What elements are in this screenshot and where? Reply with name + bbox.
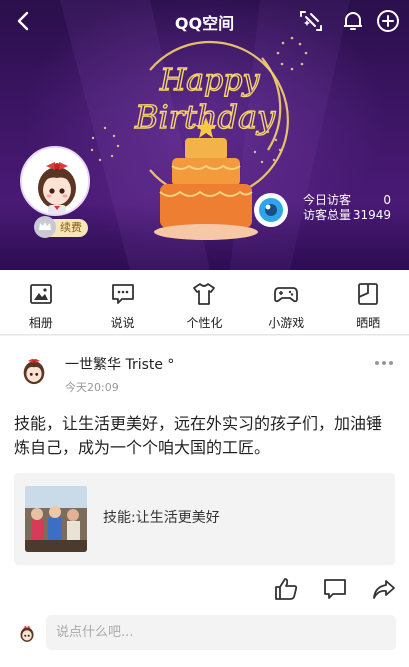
like-icon[interactable] <box>273 576 299 602</box>
post-text: 技能，让生活更美好，远在外实习的孩子们，加油锤炼自己，成为一个个咱大国的工匠。 <box>14 414 383 457</box>
shared-thumbnail <box>25 486 87 552</box>
avatar-girl-icon <box>15 351 53 389</box>
feature-minigames-label: 小游戏 <box>268 316 305 330</box>
photo-album-icon <box>29 284 52 304</box>
total-visitors-count: 31949 <box>352 208 391 222</box>
shared-link-title: 技能:让生活更美好 <box>103 510 220 526</box>
visitor-stats[interactable]: 今日访客 0 访客总量 31949 <box>303 193 391 223</box>
feed-post: 一世繁华 Triste ° 今天20:09 技能，让生活更美好，远在外实习的孩子… <box>0 336 409 667</box>
sparkle-edit-icon[interactable] <box>298 8 324 34</box>
profile-banner: Happy Birthday QQ空间 续费 今日访客 0 访客总量 31949 <box>0 0 409 270</box>
feature-album-label: 相册 <box>28 316 53 330</box>
gamepad-icon <box>274 287 299 303</box>
feature-personalize[interactable]: 个性化 <box>169 270 239 331</box>
share-frame-icon <box>358 283 378 305</box>
total-visitors-label: 访客总量 <box>303 208 352 222</box>
more-options-icon[interactable] <box>373 358 395 368</box>
feature-album[interactable]: 相册 <box>6 270 76 331</box>
chat-bubble-icon <box>111 284 134 304</box>
feature-shuoshuo[interactable]: 说说 <box>88 270 158 331</box>
comment-input[interactable] <box>46 615 396 650</box>
feature-personalize-label: 个性化 <box>186 316 223 330</box>
plus-circle-icon[interactable] <box>375 8 401 34</box>
feature-shuoshuo-label: 说说 <box>110 316 135 330</box>
comment-icon[interactable] <box>322 576 348 602</box>
bell-icon[interactable] <box>340 8 366 34</box>
post-author-name[interactable]: 一世繁华 Triste ° <box>65 354 174 374</box>
renew-label: 续费 <box>60 221 82 234</box>
vip-crown-icon <box>34 216 56 238</box>
svg-text:Happy: Happy <box>159 63 260 98</box>
today-visitors-label: 今日访客 <box>303 193 352 207</box>
today-visitors-count: 0 <box>383 193 391 207</box>
feature-shaishai[interactable]: 晒晒 <box>333 270 403 331</box>
commenter-avatar <box>15 621 39 645</box>
feature-minigames[interactable]: 小游戏 <box>251 270 321 331</box>
forward-icon[interactable] <box>371 576 397 602</box>
shared-link-card[interactable]: 技能:让生活更美好 <box>14 473 395 565</box>
tshirt-icon <box>193 283 216 305</box>
post-timestamp: 今天20:09 <box>65 381 119 394</box>
eye-icon[interactable] <box>253 192 289 228</box>
profile-avatar[interactable] <box>20 146 90 216</box>
top-bar: QQ空间 <box>0 0 409 42</box>
feature-shaishai-label: 晒晒 <box>356 316 381 330</box>
post-author-avatar[interactable] <box>15 351 53 389</box>
feature-bar: 相册 说说 个性化 小游戏 晒晒 <box>0 270 409 335</box>
